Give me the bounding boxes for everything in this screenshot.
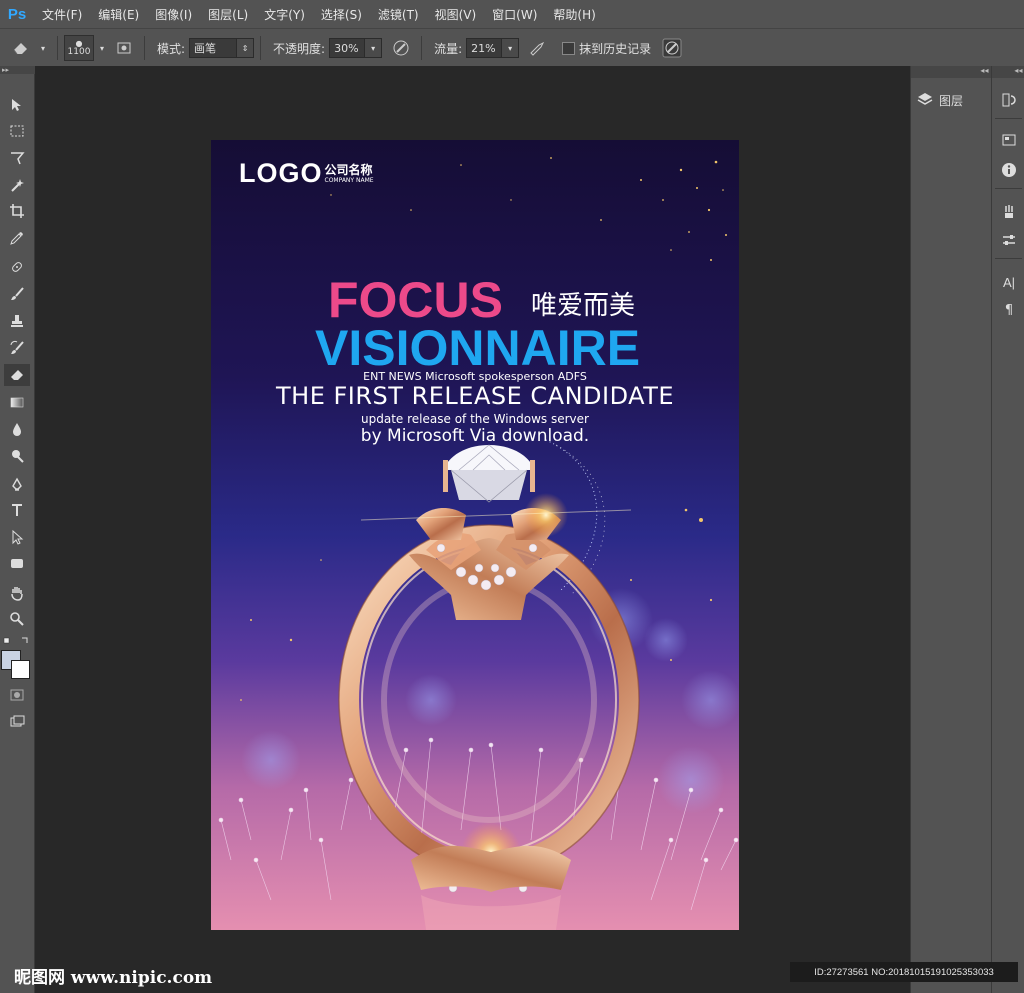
divider: [260, 36, 262, 60]
panel-collapse-icon[interactable]: ◂◂: [911, 66, 991, 78]
flow-dropdown-icon[interactable]: ▾: [502, 38, 520, 58]
history-brush-tool-icon[interactable]: [4, 337, 30, 359]
opacity-label: 不透明度:: [273, 41, 326, 56]
info-panel-icon[interactable]: [998, 160, 1020, 180]
image-id-bar: ID:27273561 NO:20181015191025353033: [790, 962, 1018, 982]
menu-filter[interactable]: 滤镜(T): [370, 6, 427, 23]
menu-select[interactable]: 选择(S): [313, 6, 370, 23]
menu-view[interactable]: 视图(V): [427, 6, 485, 23]
menu-bar: Ps 文件(F) 编辑(E) 图像(I) 图层(L) 文字(Y) 选择(S) 滤…: [0, 0, 1024, 28]
poster-logo: LOGO 公司名称 COMPANY NAME: [239, 158, 374, 189]
path-selection-tool-icon[interactable]: [4, 526, 30, 548]
airbrush-icon[interactable]: [527, 37, 549, 59]
crop-tool-icon[interactable]: [4, 200, 30, 222]
mode-select[interactable]: 画笔: [189, 38, 238, 58]
dodge-tool-icon[interactable]: [4, 445, 30, 467]
move-tool-icon[interactable]: [4, 94, 30, 116]
brush-panel-side-icon[interactable]: [998, 230, 1020, 250]
site-watermark: 昵图网 www.nipic.com: [14, 968, 213, 988]
layers-panel-tab[interactable]: 图层: [917, 88, 963, 112]
pressure-size-icon[interactable]: [661, 37, 683, 59]
gradient-tool-icon[interactable]: [4, 391, 30, 413]
subline-update-release: update release of the Windows server: [361, 412, 589, 426]
tool-preset-dropdown-icon[interactable]: ▾: [35, 39, 51, 57]
options-bar: ▾ ● 1100 ▾ 模式: 画笔 ⇕ 不透明度: 30% ▾ 流量: 21% …: [0, 28, 1024, 68]
type-tool-icon[interactable]: [4, 499, 30, 521]
erase-to-history-label: 抹到历史记录: [579, 41, 652, 56]
screen-mode-icon[interactable]: [4, 711, 30, 733]
marquee-tool-icon[interactable]: [4, 120, 30, 142]
document-canvas[interactable]: LOGO 公司名称 COMPANY NAME FOCUS 唯爱而美 VISION…: [211, 140, 739, 930]
swap-colors-icon[interactable]: [2, 632, 32, 644]
menu-type[interactable]: 文字(Y): [256, 6, 313, 23]
panel-icon-column: ◂◂ A| ¶: [991, 66, 1024, 993]
opacity-input[interactable]: 30%: [329, 38, 366, 58]
brush-size-value: 1100: [67, 47, 91, 57]
flow-input[interactable]: 21%: [466, 38, 503, 58]
photoshop-logo[interactable]: Ps: [0, 6, 34, 23]
mode-dropdown-icon[interactable]: ⇕: [237, 38, 255, 58]
menu-file[interactable]: 文件(F): [34, 6, 90, 23]
flow-label: 流量:: [434, 41, 463, 56]
hand-tool-icon[interactable]: [4, 582, 30, 604]
properties-panel-icon[interactable]: [998, 130, 1020, 150]
poster-artwork: [218, 157, 739, 930]
pressure-opacity-icon[interactable]: [390, 37, 412, 59]
menu-layer[interactable]: 图层(L): [200, 6, 256, 23]
menu-window[interactable]: 窗口(W): [484, 6, 545, 23]
icon-column-collapse-icon[interactable]: ◂◂: [992, 66, 1024, 78]
rectangle-tool-icon[interactable]: [4, 552, 30, 574]
company-name-cn: 公司名称: [324, 162, 373, 177]
divider: [995, 118, 1022, 119]
layers-icon: [917, 92, 933, 109]
panel-dock: ◂◂ 图层: [910, 66, 991, 993]
brush-tool-icon[interactable]: [4, 283, 30, 305]
lasso-tool-icon[interactable]: [4, 147, 30, 169]
clone-stamp-tool-icon[interactable]: [4, 310, 30, 332]
blur-tool-icon[interactable]: [4, 418, 30, 440]
company-name-block: 公司名称 COMPANY NAME: [324, 162, 374, 184]
magic-wand-tool-icon[interactable]: [4, 174, 30, 196]
brush-panel-icon[interactable]: [113, 37, 135, 59]
divider: [144, 36, 145, 60]
paragraph-panel-icon[interactable]: ¶: [998, 300, 1020, 320]
history-panel-icon[interactable]: [998, 90, 1020, 110]
eyedropper-tool-icon[interactable]: [4, 227, 30, 249]
headline-visionnaire: VISIONNAIRE: [315, 320, 641, 376]
tools-panel: ▸▸: [0, 66, 36, 993]
company-name-en: COMPANY NAME: [324, 176, 374, 184]
menu-help[interactable]: 帮助(H): [545, 6, 603, 23]
zoom-tool-icon[interactable]: [4, 608, 30, 630]
menu-image[interactable]: 图像(I): [147, 6, 200, 23]
character-panel-icon[interactable]: A|: [998, 272, 1020, 292]
eraser-tool-icon[interactable]: [4, 364, 30, 386]
subline-first-release: THE FIRST RELEASE CANDIDATE: [275, 382, 675, 410]
divider: [995, 188, 1022, 189]
brush-dropdown-icon[interactable]: ▾: [94, 39, 110, 57]
brush-size-picker[interactable]: ● 1100: [64, 35, 94, 61]
divider: [57, 36, 58, 60]
eraser-tool-preset-icon[interactable]: [10, 37, 32, 59]
slogan-cn: 唯爱而美: [531, 291, 636, 321]
logo-text: LOGO: [239, 158, 323, 188]
subline-by-microsoft: by Microsoft Via download.: [360, 426, 590, 446]
healing-brush-tool-icon[interactable]: [4, 256, 30, 278]
mode-label: 模式:: [157, 41, 186, 56]
layers-label: 图层: [939, 93, 964, 108]
quick-mask-icon[interactable]: [4, 684, 30, 706]
tools-collapse-icon[interactable]: ▸▸: [0, 66, 36, 74]
menu-edit[interactable]: 编辑(E): [90, 6, 147, 23]
erase-to-history-checkbox[interactable]: [562, 41, 576, 55]
divider: [995, 258, 1022, 259]
pen-tool-icon[interactable]: [4, 474, 30, 496]
divider: [421, 36, 423, 60]
background-color-swatch[interactable]: [11, 660, 30, 679]
opacity-dropdown-icon[interactable]: ▾: [365, 38, 383, 58]
brush-presets-panel-icon[interactable]: [998, 202, 1020, 222]
